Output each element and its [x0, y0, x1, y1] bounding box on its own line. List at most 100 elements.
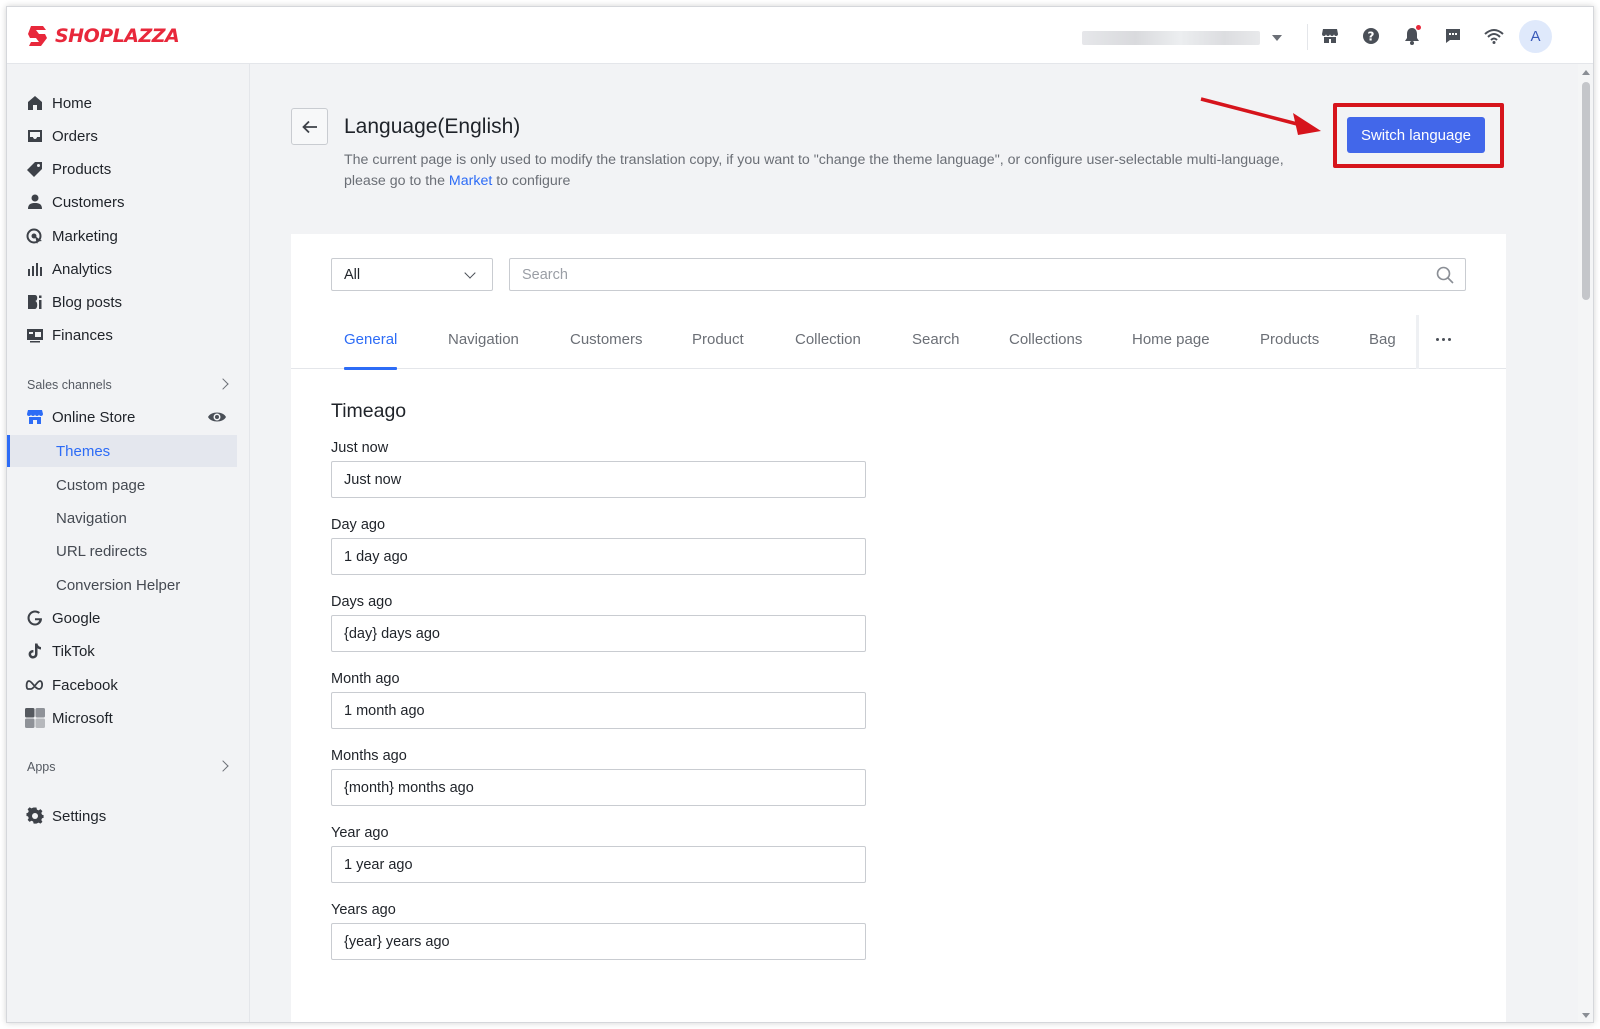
help-icon[interactable]: ?: [1359, 24, 1383, 48]
field-input-years-ago[interactable]: [331, 923, 866, 960]
person-icon: [25, 192, 45, 212]
eye-icon[interactable]: [207, 407, 227, 427]
chevron-down-icon: [464, 267, 476, 279]
tab-collections[interactable]: Collections: [1009, 309, 1082, 369]
switch-language-button[interactable]: Switch language: [1347, 117, 1485, 153]
sidebar-item-blog-posts[interactable]: Blog posts: [7, 287, 250, 317]
field-input-days-ago[interactable]: [331, 615, 866, 652]
sidebar-item-marketing[interactable]: Marketing: [7, 221, 250, 251]
chevron-right-icon[interactable]: [217, 760, 229, 772]
target-icon: [25, 226, 45, 246]
tiktok-icon: [25, 641, 45, 661]
sidebar-subitem-label: Themes: [56, 442, 111, 460]
sidebar-item-analytics[interactable]: Analytics: [7, 254, 250, 284]
sidebar-item-microsoft[interactable]: Microsoft: [7, 703, 250, 733]
sidebar: Home Orders Products Customers Marketing…: [7, 64, 250, 1022]
wifi-icon[interactable]: [1482, 24, 1506, 48]
google-icon: [25, 608, 45, 628]
meta-icon: [25, 675, 45, 695]
sidebar-item-label: Marketing: [52, 227, 118, 245]
tab-navigation[interactable]: Navigation: [448, 309, 519, 369]
tab-customers[interactable]: Customers: [570, 309, 643, 369]
storefront-icon: [25, 407, 45, 427]
tab-collection[interactable]: Collection: [795, 309, 861, 369]
more-tabs-icon[interactable]: [1431, 329, 1455, 349]
sidebar-item-products[interactable]: Products: [7, 154, 250, 184]
field-input-month-ago[interactable]: [331, 692, 866, 729]
bell-icon[interactable]: [1400, 24, 1424, 48]
sidebar-item-label: Products: [52, 160, 112, 178]
brand-logo[interactable]: SHOPLAZZA: [27, 22, 180, 50]
sidebar-item-label: Online Store: [52, 408, 136, 426]
store-selector[interactable]: [1082, 29, 1282, 47]
sidebar-item-label: TikTok: [52, 642, 95, 660]
search-icon[interactable]: [1435, 265, 1455, 285]
field-label-days-ago: Days ago: [331, 594, 393, 610]
top-bar: SHOPLAZZA ? A: [7, 7, 1593, 64]
store-icon[interactable]: [1318, 24, 1342, 48]
field-label-months-ago: Months ago: [331, 748, 407, 764]
scroll-up-icon[interactable]: [1582, 70, 1590, 75]
sidebar-item-orders[interactable]: Orders: [7, 121, 250, 151]
tab-product[interactable]: Product: [692, 309, 744, 369]
sidebar-item-home[interactable]: Home: [7, 88, 250, 118]
sidebar-item-label: Orders: [52, 127, 98, 145]
sidebar-subitem-label: Conversion Helper: [56, 576, 181, 594]
sidebar-subitem-custom-page[interactable]: Custom page: [7, 469, 237, 501]
annotation-arrow-icon: [1200, 97, 1321, 135]
description-text-end: to configure: [492, 172, 571, 189]
scroll-thumb[interactable]: [1582, 82, 1590, 300]
sidebar-item-customers[interactable]: Customers: [7, 187, 250, 217]
tab-general[interactable]: General: [344, 309, 398, 370]
apps-label: Apps: [27, 760, 56, 774]
back-button[interactable]: [291, 108, 328, 145]
field-input-day-ago[interactable]: [331, 538, 866, 575]
tab-divider: [1416, 315, 1419, 369]
sidebar-item-label: Home: [52, 94, 93, 112]
chat-icon[interactable]: [1441, 24, 1465, 48]
tab-bag[interactable]: Bag: [1369, 309, 1396, 369]
sidebar-item-online-store[interactable]: Online Store: [7, 402, 250, 432]
avatar[interactable]: A: [1519, 20, 1552, 53]
store-name-redacted: [1082, 31, 1260, 45]
filter-select-value: All: [344, 266, 361, 283]
microsoft-icon: [25, 708, 45, 728]
topbar-icons: ?: [1318, 24, 1506, 48]
field-label-just-now: Just now: [331, 440, 389, 456]
sidebar-item-label: Customers: [52, 193, 125, 211]
market-link[interactable]: Market: [449, 173, 492, 189]
svg-text:?: ?: [1368, 30, 1375, 44]
page-description: The current page is only used to modify …: [344, 150, 1304, 191]
sidebar-subitem-url-redirects[interactable]: URL redirects: [7, 535, 237, 567]
tab-bar: General Navigation Customers Product Col…: [291, 309, 1506, 370]
search-box: [509, 258, 1466, 291]
sidebar-subitem-navigation[interactable]: Navigation: [7, 502, 237, 534]
field-input-just-now[interactable]: [331, 461, 866, 498]
filter-select[interactable]: All: [331, 258, 493, 291]
sidebar-item-settings[interactable]: Settings: [7, 801, 250, 831]
sidebar-item-facebook[interactable]: Facebook: [7, 670, 250, 700]
tab-home-page[interactable]: Home page: [1132, 309, 1210, 369]
tab-search[interactable]: Search: [912, 309, 960, 369]
field-label-day-ago: Day ago: [331, 517, 386, 533]
sidebar-subitem-conversion-helper[interactable]: Conversion Helper: [7, 569, 237, 601]
sidebar-item-label: Google: [52, 609, 101, 627]
tab-products[interactable]: Products: [1260, 309, 1319, 369]
inbox-icon: [25, 126, 45, 146]
sidebar-subitem-themes[interactable]: Themes: [7, 435, 237, 467]
sidebar-item-label: Analytics: [52, 260, 113, 278]
sidebar-item-label: Microsoft: [52, 709, 113, 727]
sidebar-item-google[interactable]: Google: [7, 603, 250, 633]
page-scrollbar[interactable]: [1578, 64, 1593, 1022]
search-input[interactable]: [510, 259, 1430, 290]
field-input-year-ago[interactable]: [331, 846, 866, 883]
sidebar-item-tiktok[interactable]: TikTok: [7, 636, 250, 666]
tag-icon: [25, 159, 45, 179]
sidebar-subitem-label: Custom page: [56, 476, 146, 494]
page-title: Language(English): [344, 115, 521, 138]
sidebar-item-finances[interactable]: Finances: [7, 320, 250, 350]
scroll-down-icon[interactable]: [1582, 1013, 1590, 1018]
chevron-right-icon[interactable]: [217, 378, 229, 390]
sidebar-item-label: Finances: [52, 326, 113, 344]
field-input-months-ago[interactable]: [331, 769, 866, 806]
